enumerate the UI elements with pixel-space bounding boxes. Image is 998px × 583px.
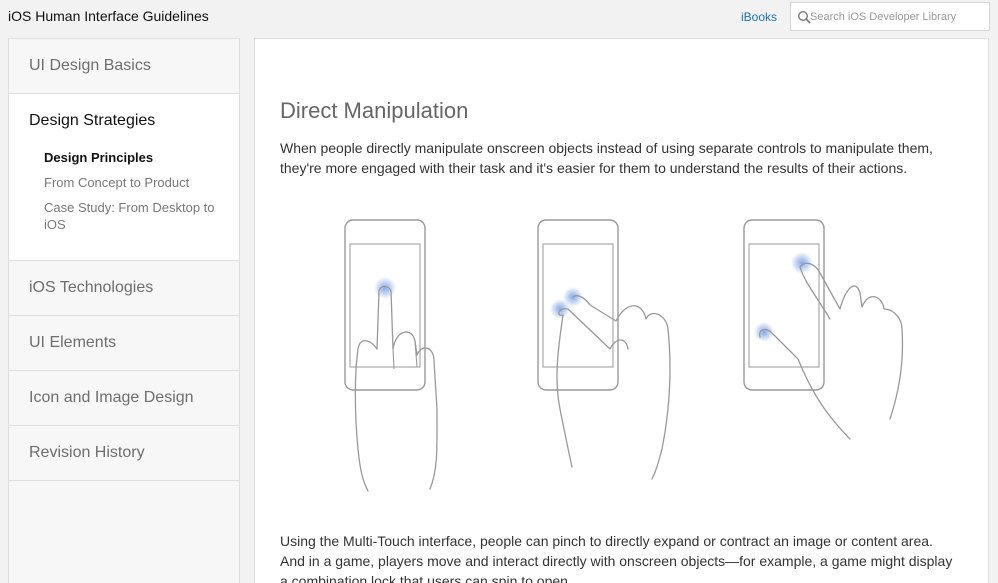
sidebar-item-ui-elements[interactable]: UI Elements	[9, 316, 239, 371]
search-icon	[797, 10, 811, 24]
sidebar-subitem-concept-to-product[interactable]: From Concept to Product	[44, 174, 219, 191]
phone-pinch-icon	[537, 219, 671, 480]
ibooks-link[interactable]: iBooks	[741, 10, 777, 24]
sidebar: UI Design Basics Design Strategies Desig…	[8, 38, 240, 583]
sidebar-item-revision-history[interactable]: Revision History	[9, 426, 239, 481]
sidebar-item-label: UI Design Basics	[29, 57, 151, 74]
phone-tap-icon	[344, 219, 438, 492]
sidebar-item-design-strategies[interactable]: Design Strategies Design Principles From…	[9, 94, 239, 261]
phone-spread-icon	[743, 219, 904, 440]
direct-manipulation-illustration	[344, 219, 904, 492]
search-box[interactable]	[790, 2, 990, 31]
sidebar-subitem-design-principles[interactable]: Design Principles	[44, 149, 219, 166]
site-title: iOS Human Interface Guidelines	[8, 8, 209, 24]
page-title: Direct Manipulation	[280, 98, 469, 123]
top-bar: iOS Human Interface Guidelines iBooks	[0, 0, 998, 38]
sidebar-item-label: Revision History	[29, 444, 145, 461]
sidebar-subitem-case-study[interactable]: Case Study: From Desktop to iOS	[44, 199, 219, 233]
sidebar-sub-list: Design Principles From Concept to Produc…	[29, 149, 239, 233]
sidebar-item-ui-design-basics[interactable]: UI Design Basics	[9, 39, 239, 94]
sidebar-item-label: iOS Technologies	[29, 279, 154, 296]
intro-paragraph: When people directly manipulate onscreen…	[280, 140, 933, 176]
sidebar-item-icon-image-design[interactable]: Icon and Image Design	[9, 371, 239, 426]
article-content: Direct Manipulation When people directly…	[254, 38, 989, 583]
search-input[interactable]	[810, 3, 988, 30]
sidebar-item-label: UI Elements	[29, 334, 117, 351]
body-paragraph: Using the Multi-Touch interface, people …	[280, 533, 953, 583]
sidebar-item-ios-technologies[interactable]: iOS Technologies	[9, 261, 239, 316]
sidebar-item-label: Design Strategies	[29, 112, 156, 129]
sidebar-item-label: Icon and Image Design	[29, 389, 194, 406]
